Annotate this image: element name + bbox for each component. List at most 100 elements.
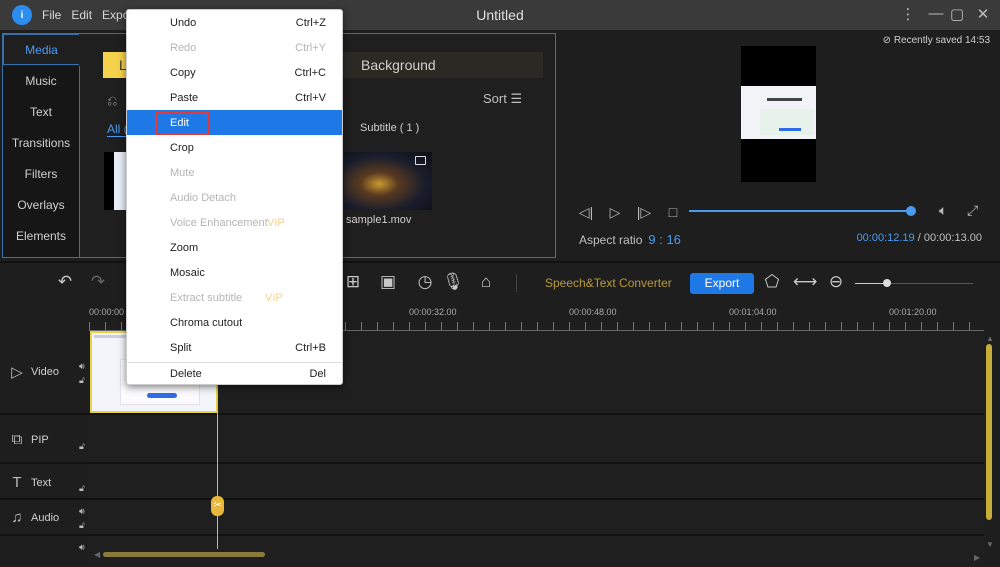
menu-item-shortcut: Ctrl+V (295, 91, 326, 104)
vertical-scrollbar[interactable] (986, 344, 992, 520)
context-menu-item-crop[interactable]: Crop (127, 135, 342, 160)
menu-item-label: Mute (170, 166, 195, 179)
speaker-icon[interactable]: 🔊︎ (79, 361, 85, 372)
scroll-down-icon[interactable]: ▼ (986, 540, 994, 549)
zoom-slider-handle[interactable] (882, 279, 891, 287)
ruler-label: 00:00:48.00 (569, 307, 617, 317)
progress-handle[interactable] (906, 206, 916, 216)
volume-icon[interactable]: 🔈︎ (939, 202, 947, 219)
filter-subtitle[interactable]: Subtitle ( 1 ) (360, 122, 419, 134)
split-scissors-icon[interactable]: ✂ (211, 496, 224, 516)
context-menu-item-split[interactable]: Split Ctrl+B (127, 335, 342, 360)
zoom-out-icon[interactable]: ⊖ (825, 272, 847, 292)
menu-item-shortcut: Ctrl+Y (295, 41, 326, 54)
fit-timeline-icon[interactable]: ⟷ (793, 272, 817, 292)
track-header-pip: ⧉ PIP 🔓︎ (0, 415, 89, 464)
context-menu-item-extract-subtitle[interactable]: Extract subtitle VIP (127, 285, 342, 310)
microphone-icon[interactable]: 🎙︎ (442, 272, 464, 292)
current-time: 00:00:12.19 (856, 232, 915, 244)
sort-icon: ☰ (510, 91, 523, 106)
speaker-icon[interactable]: 🔊︎ (79, 542, 85, 553)
menu-item-shortcut: Ctrl+Z (295, 16, 326, 29)
screen-record-icon[interactable]: ⌂ (475, 272, 497, 292)
track-header-text: T Text 🔓︎ (0, 464, 89, 500)
frame-heading (767, 98, 802, 101)
horizontal-scrollbar[interactable] (103, 552, 265, 557)
mosaic-icon[interactable]: ⊞ (342, 272, 364, 292)
menu-item-label: Paste (170, 91, 199, 104)
ruler-label: 00:00:32.00 (409, 307, 457, 317)
preview-frame (741, 86, 816, 139)
context-menu-item-audio-detach[interactable]: Audio Detach (127, 185, 342, 210)
tab-overlays[interactable]: Overlays (3, 189, 79, 220)
playback-progress[interactable] (689, 210, 911, 212)
speech-text-converter-button[interactable]: Speech&Text Converter (545, 276, 672, 290)
playback-controls: ◁| ▷ |▷ □ (577, 203, 682, 221)
context-menu-item-paste[interactable]: Paste Ctrl+V (127, 85, 342, 110)
sort-label: Sort (483, 91, 507, 106)
subtab-background[interactable]: Background (361, 52, 436, 78)
track-pip[interactable] (89, 415, 984, 464)
redo-icon[interactable]: ↷ (87, 272, 109, 292)
track-name: PIP (31, 433, 49, 446)
context-menu-item-mosaic[interactable]: Mosaic (127, 260, 342, 285)
tab-music[interactable]: Music (3, 65, 79, 96)
menu-item-shortcut: Ctrl+C (294, 66, 326, 79)
context-menu-item-delete[interactable]: Delete Del (127, 361, 342, 386)
context-menu-item-copy[interactable]: Copy Ctrl+C (127, 60, 342, 85)
ruler-label: 00:00:00 (89, 307, 125, 317)
fullscreen-icon[interactable]: ⤢ (967, 202, 978, 219)
scroll-up-icon[interactable]: ▲ (986, 334, 994, 343)
duration-icon[interactable]: ◷ (414, 272, 436, 292)
track-header-video: ▷ Video 🔊︎ 🔓︎ (0, 331, 89, 415)
context-menu-item-redo[interactable]: Redo Ctrl+Y (127, 35, 342, 60)
marker-icon[interactable]: ⬠ (761, 272, 783, 292)
next-frame-icon[interactable]: |▷ (635, 203, 653, 221)
menu-item-label: Redo (170, 41, 197, 54)
lock-icon[interactable]: 🔓︎ (79, 483, 85, 494)
export-button[interactable]: Export (690, 273, 754, 294)
menu-edit[interactable]: Edit (71, 8, 92, 22)
track-header-audio: ♫ Audio 🔊︎ 🔓︎ (0, 500, 89, 536)
aspect-ratio: Aspect ratio 9 : 16 (579, 232, 681, 247)
close-button[interactable]: ✕ (973, 5, 993, 23)
app-logo-icon: i (12, 5, 32, 25)
lock-icon[interactable]: 🔓︎ (79, 375, 85, 386)
clip-button (147, 393, 177, 398)
menu-item-label: Audio Detach (170, 191, 237, 204)
track-name: Audio (31, 511, 60, 524)
more-options-icon[interactable]: ⋮ (898, 5, 918, 23)
tab-media[interactable]: Media (3, 34, 79, 65)
maximize-button[interactable]: ▢ (947, 5, 967, 23)
stop-icon[interactable]: □ (664, 203, 682, 221)
play-icon[interactable]: ▷ (606, 203, 624, 221)
media-thumbnail-sample1[interactable] (344, 152, 432, 210)
lock-icon[interactable]: 🔓︎ (79, 441, 85, 452)
timecode: 00:00:12.19 / 00:00:13.00 (857, 232, 982, 244)
track-text[interactable] (89, 464, 984, 500)
crop-icon[interactable]: ▣ (377, 272, 399, 292)
context-menu-item-chroma-cutout[interactable]: Chroma cutout (127, 310, 342, 335)
context-menu-item-undo[interactable]: Undo Ctrl+Z (127, 10, 342, 35)
undo-icon[interactable]: ↶ (54, 272, 76, 292)
tab-filters[interactable]: Filters (3, 158, 79, 189)
import-icon[interactable]: ⎌ (107, 93, 117, 109)
speaker-icon[interactable]: 🔊︎ (79, 506, 85, 517)
context-menu-item-edit[interactable]: Edit (127, 110, 342, 135)
prev-frame-icon[interactable]: ◁| (577, 203, 595, 221)
context-menu-item-voice-enhancement[interactable]: Voice Enhancement VIP (127, 210, 342, 235)
minimize-button[interactable]: — (926, 5, 946, 22)
tab-transitions[interactable]: Transitions (3, 127, 79, 158)
tab-text[interactable]: Text (3, 96, 79, 127)
tab-elements[interactable]: Elements (3, 220, 79, 251)
lock-icon[interactable]: 🔓︎ (79, 520, 85, 531)
scroll-left-icon[interactable]: ◀ (94, 550, 100, 559)
sort-button[interactable]: Sort ☰ (483, 91, 522, 107)
context-menu-item-zoom[interactable]: Zoom (127, 235, 342, 260)
menu-file[interactable]: File (42, 8, 61, 22)
aspect-value[interactable]: 9 : 16 (648, 232, 681, 247)
menu-item-label: Copy (170, 66, 196, 79)
highlight-box (155, 111, 209, 135)
context-menu-item-mute[interactable]: Mute (127, 160, 342, 185)
scroll-right-icon[interactable]: ▶ (974, 553, 980, 562)
